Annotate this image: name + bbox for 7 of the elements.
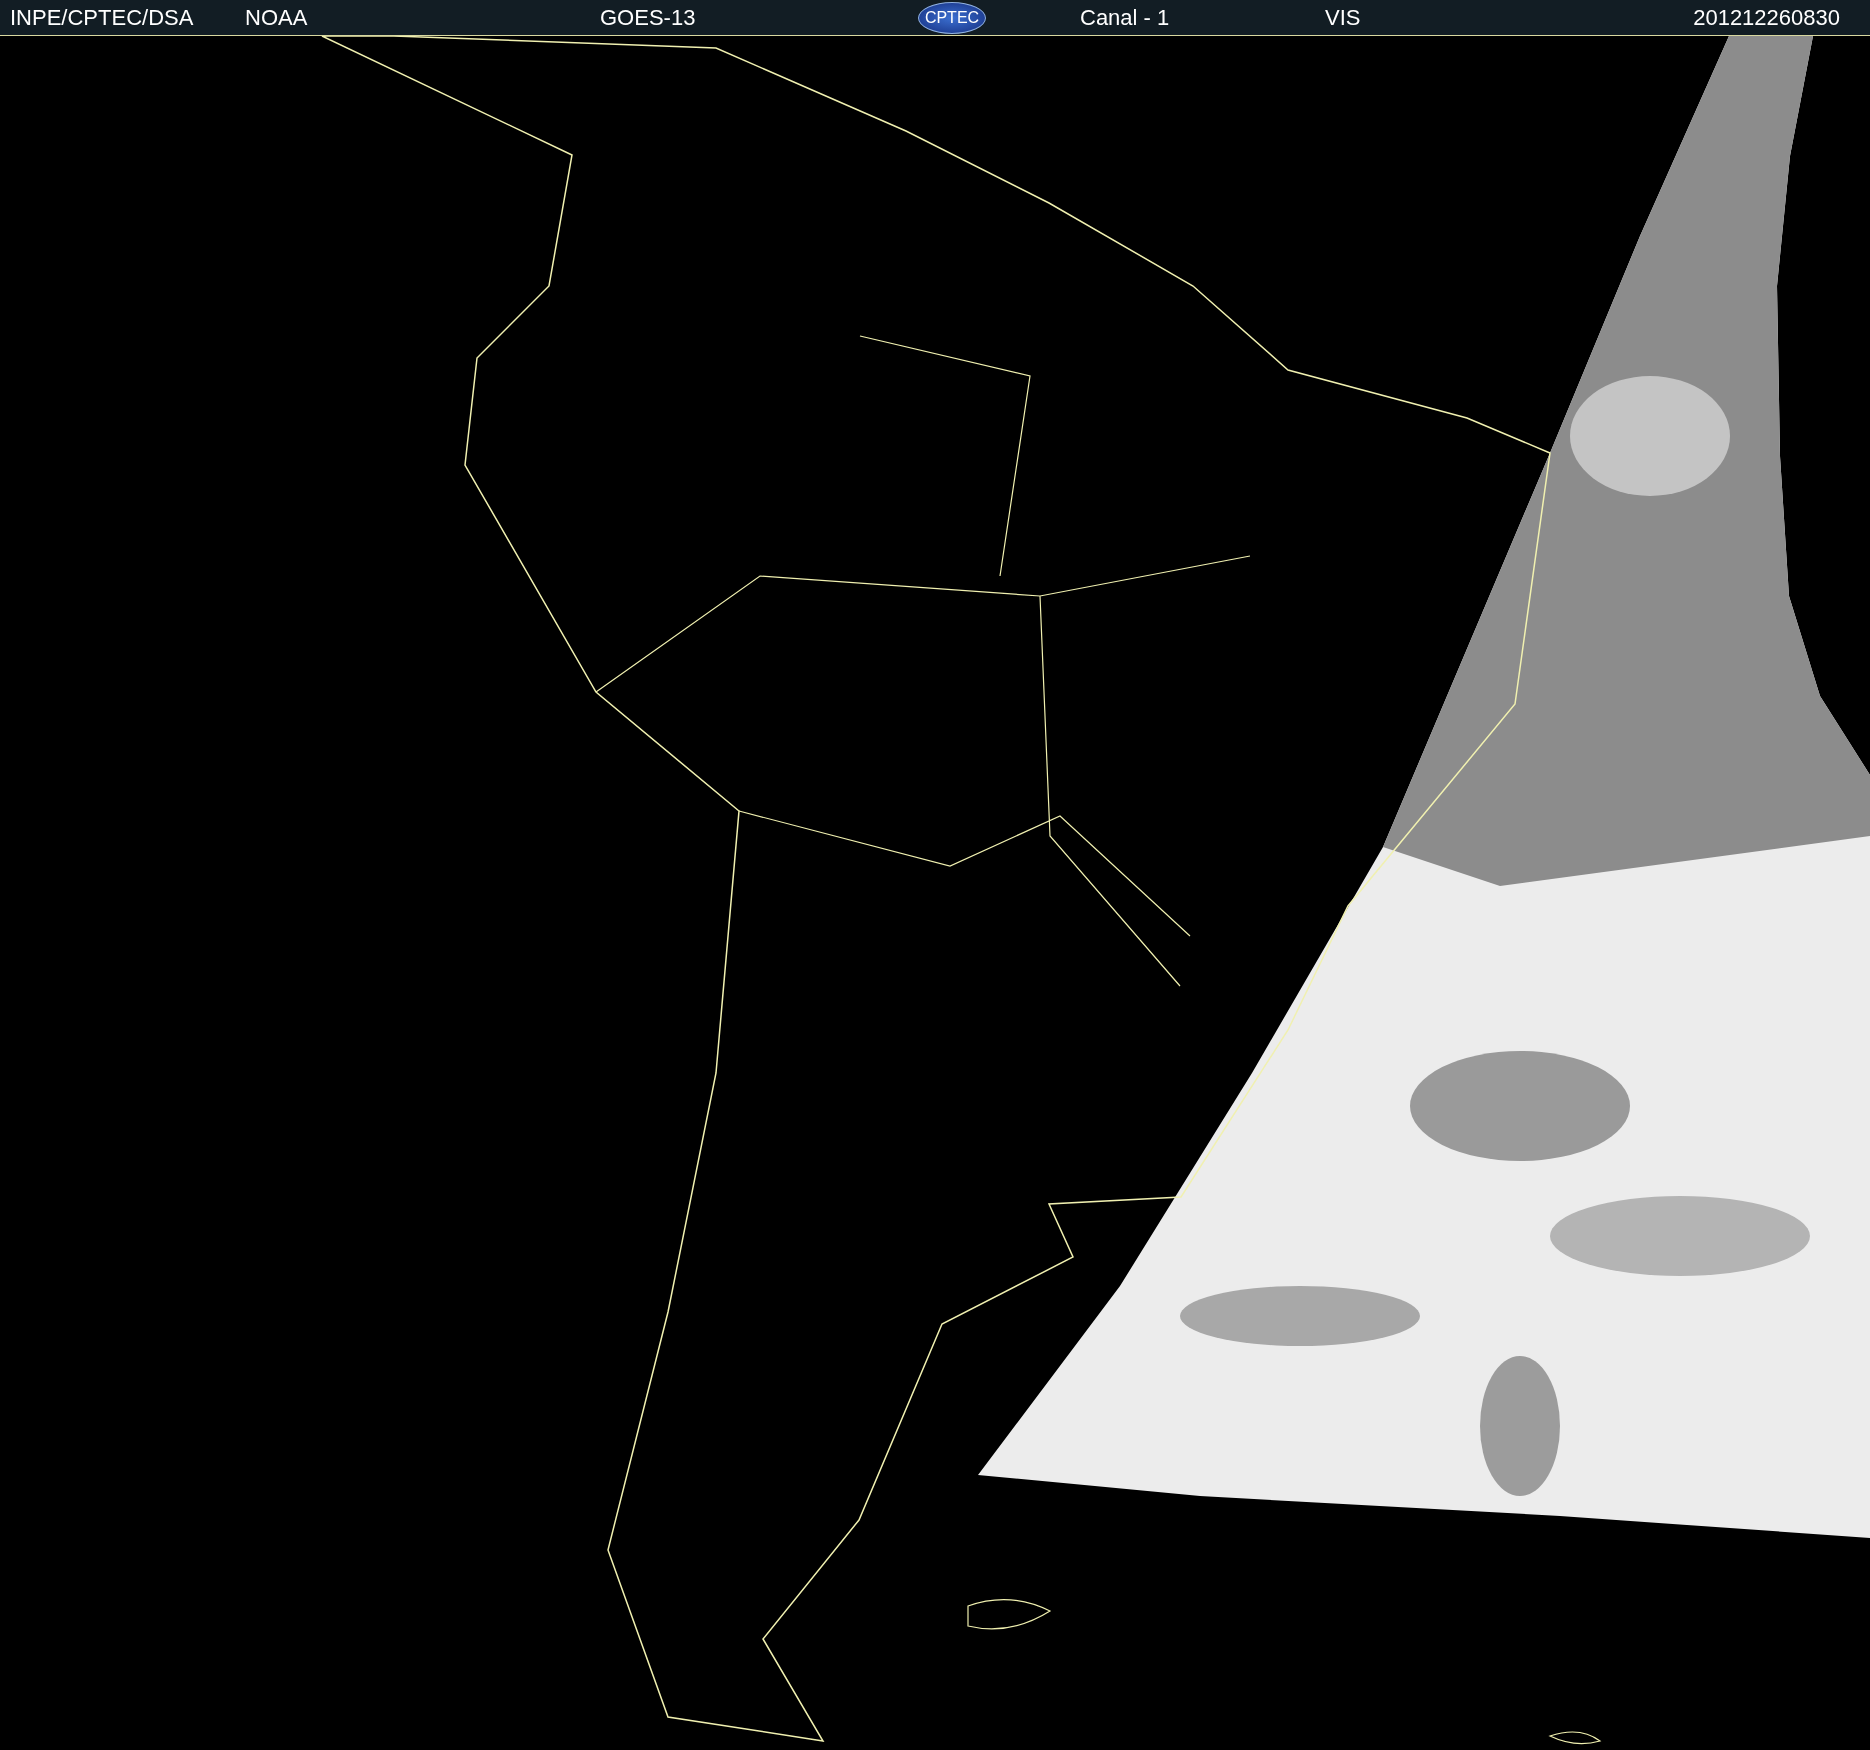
logo: CPTEC — [918, 1, 986, 34]
agency-label: NOAA — [245, 4, 309, 31]
channel-label: Canal - 1 — [1080, 4, 1171, 31]
source-label: INPE/CPTEC/DSA — [10, 4, 195, 31]
satellite-label: GOES-13 — [600, 4, 697, 31]
band-label: VIS — [1325, 4, 1362, 31]
timestamp-label: 201212260830 — [1693, 4, 1840, 31]
